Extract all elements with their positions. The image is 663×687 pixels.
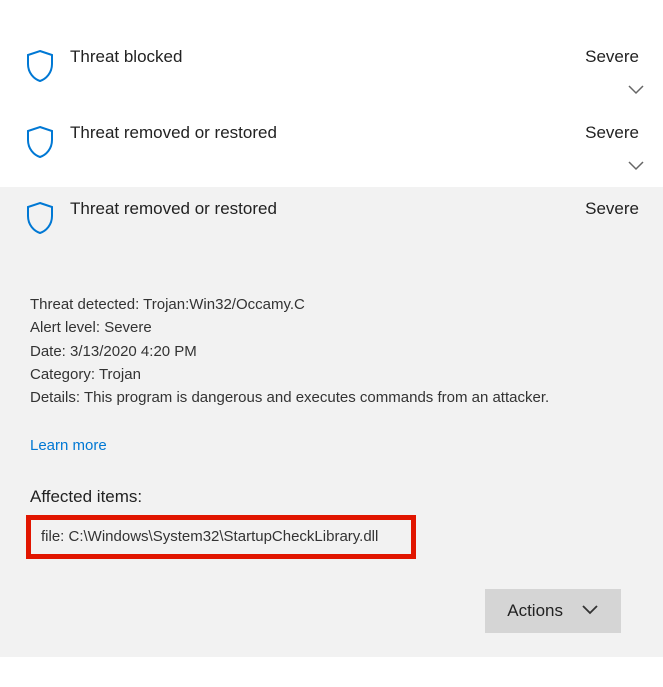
detail-label: Details: [30, 389, 80, 406]
threat-header[interactable]: Threat removed or restored Severe [24, 199, 639, 233]
detail-label: Category: [30, 366, 95, 383]
threat-history-panel: Threat blocked Severe Threat removed or … [0, 0, 663, 657]
detail-value: 3/13/2020 4:20 PM [70, 343, 197, 360]
chevron-down-icon [581, 601, 599, 621]
threat-title: Threat removed or restored [70, 123, 585, 143]
detail-date: Date: 3/13/2020 4:20 PM [30, 340, 615, 363]
threat-item-expanded: Threat removed or restored Severe Threat… [0, 187, 663, 657]
actions-button[interactable]: Actions [485, 589, 621, 633]
threat-title: Threat blocked [70, 47, 585, 67]
threat-details: Threat detected: Trojan:Win32/Occamy.C A… [24, 233, 639, 409]
shield-icon [24, 49, 56, 81]
shield-icon [24, 125, 56, 157]
threat-header: Threat blocked Severe [24, 47, 639, 81]
threat-severity: Severe [585, 199, 639, 219]
detail-value: Trojan:Win32/Occamy.C [143, 296, 305, 313]
threat-severity: Severe [585, 123, 639, 143]
threat-header: Threat removed or restored Severe [24, 123, 639, 157]
actions-row: Actions [24, 589, 621, 633]
chevron-down-icon[interactable] [627, 159, 645, 177]
detail-value: Trojan [99, 366, 141, 383]
threat-title: Threat removed or restored [70, 199, 585, 219]
threat-severity: Severe [585, 47, 639, 67]
detail-label: Alert level: [30, 319, 100, 336]
detail-label: Date: [30, 343, 66, 360]
detail-details: Details: This program is dangerous and e… [30, 386, 615, 409]
detail-category: Category: Trojan [30, 363, 615, 386]
learn-more-link[interactable]: Learn more [30, 437, 107, 454]
detail-label: Threat detected: [30, 296, 139, 313]
affected-item-highlight: file: C:\Windows\System32\StartupCheckLi… [26, 515, 416, 559]
chevron-down-icon[interactable] [627, 83, 645, 101]
affected-items-heading: Affected items: [30, 487, 639, 507]
detail-value: This program is dangerous and executes c… [84, 389, 549, 406]
threat-item[interactable]: Threat blocked Severe [0, 35, 663, 111]
detail-value: Severe [104, 319, 152, 336]
detail-threat-detected: Threat detected: Trojan:Win32/Occamy.C [30, 293, 615, 316]
threat-item[interactable]: Threat removed or restored Severe [0, 111, 663, 187]
detail-alert-level: Alert level: Severe [30, 316, 615, 339]
affected-file-path: file: C:\Windows\System32\StartupCheckLi… [41, 528, 378, 545]
shield-icon [24, 201, 56, 233]
actions-label: Actions [507, 601, 563, 621]
